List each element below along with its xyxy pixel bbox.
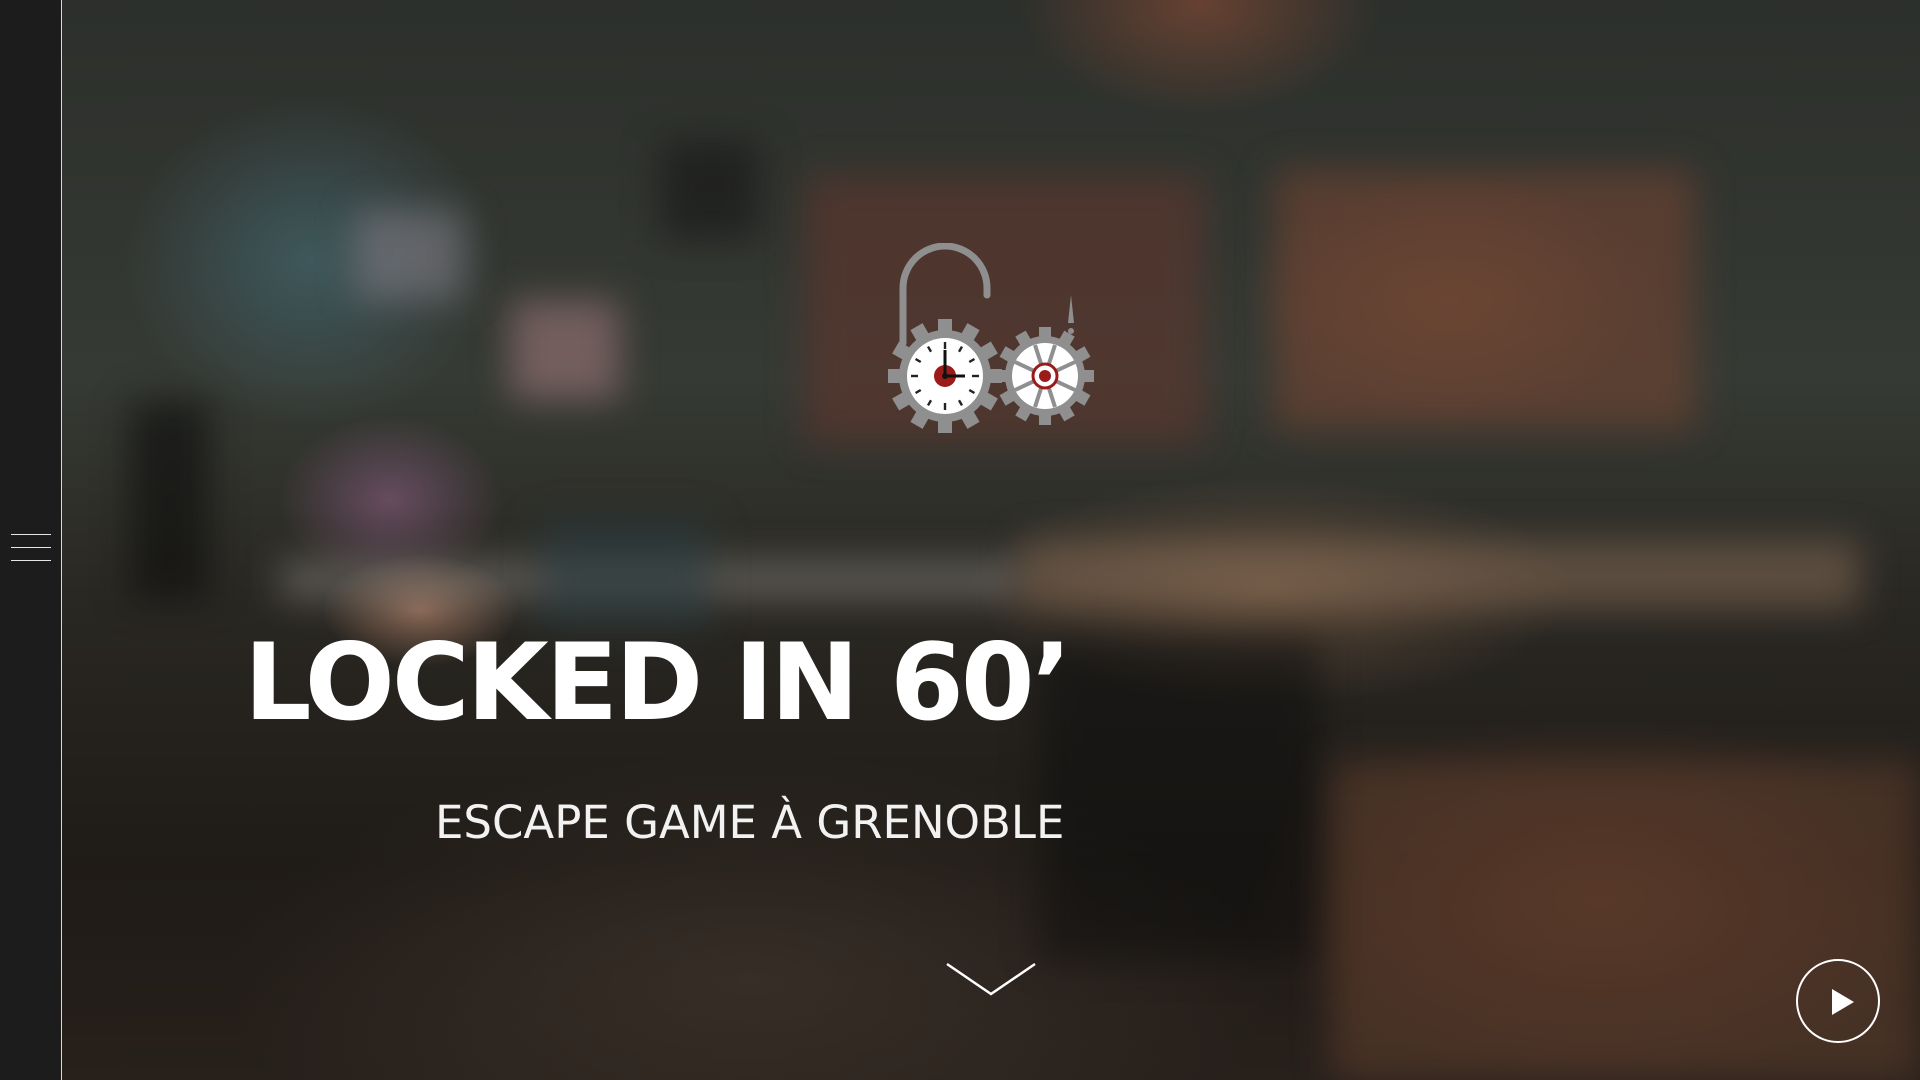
sidebar bbox=[0, 0, 62, 1080]
page-subtitle: ESCAPE GAME À GRENOBLE bbox=[435, 796, 1065, 849]
play-video-button[interactable] bbox=[1796, 959, 1880, 1043]
chevron-down-icon bbox=[946, 962, 1036, 996]
play-icon bbox=[1832, 989, 1854, 1015]
hero-section: LOCKED IN 60’ ESCAPE GAME À GRENOBLE bbox=[0, 0, 1920, 1080]
hamburger-menu-icon[interactable] bbox=[11, 534, 51, 562]
scroll-down-button[interactable] bbox=[945, 960, 1037, 1000]
page-title: LOCKED IN 60’ bbox=[244, 621, 1072, 744]
blurred-room-background bbox=[0, 0, 1920, 1080]
padlock-clock-gears-logo bbox=[888, 243, 1094, 433]
